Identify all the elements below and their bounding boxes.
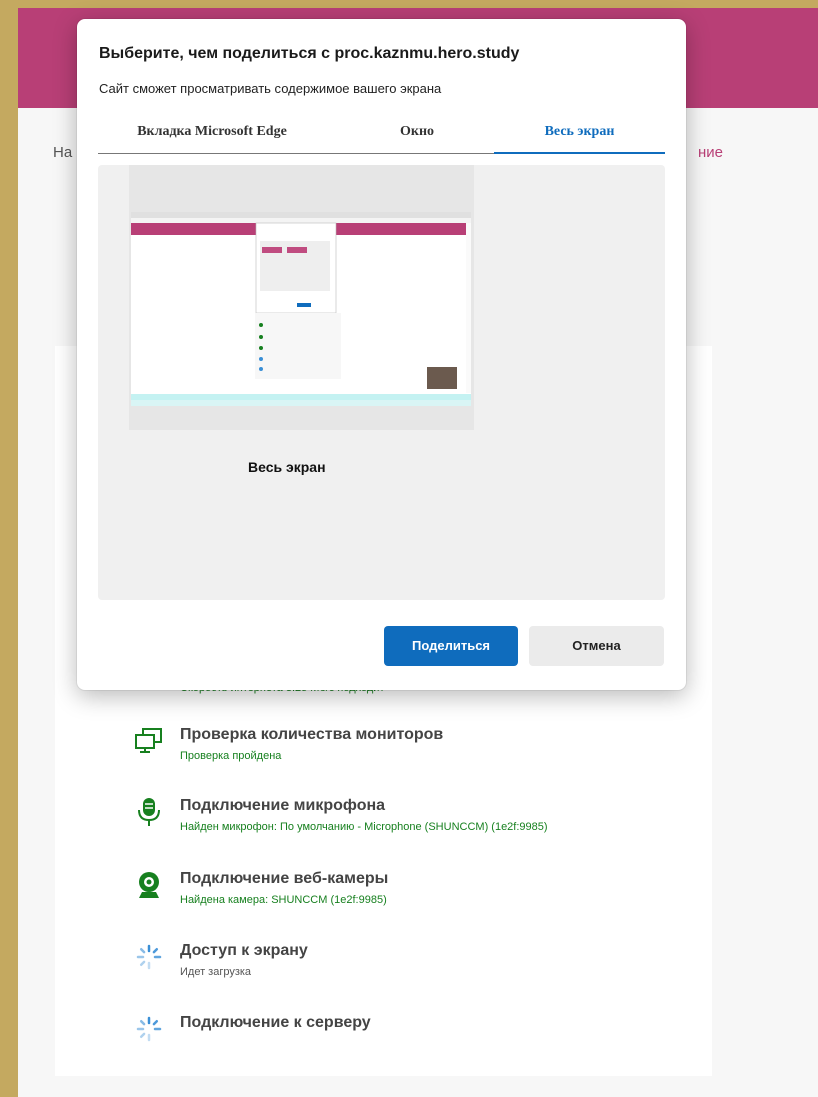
check-screen-access: Доступ к экрану Идет загрузка — [134, 942, 694, 992]
screen-preview-area: Весь экран — [98, 165, 665, 600]
check-status: Найдена камера: SHUNCCM (1e2f:9985) — [180, 894, 387, 906]
screen-option-label: Весь экран — [248, 459, 326, 475]
check-status: Найден микрофон: По умолчанию - Micropho… — [180, 821, 548, 833]
webcam-icon — [139, 872, 159, 898]
check-webcam: Подключение веб-камеры Найдена камера: S… — [134, 870, 694, 920]
check-status: Проверка пройдена — [180, 750, 282, 762]
check-microphone: Подключение микрофона Найден микрофон: П… — [134, 797, 694, 847]
check-status: Идет загрузка — [180, 966, 252, 978]
screen-thumbnail-image — [131, 212, 471, 406]
tab-entire-screen[interactable]: Весь экран — [494, 115, 665, 154]
cancel-button[interactable]: Отмена — [529, 626, 664, 666]
dialog-subtitle: Сайт сможет просматривать содержимое ваш… — [99, 81, 442, 96]
check-title: Доступ к экрану — [180, 942, 308, 959]
dialog-title: Выберите, чем поделиться с proc.kaznmu.h… — [99, 45, 520, 62]
check-title: Подключение микрофона — [180, 797, 386, 814]
loading-spinner-icon — [136, 1016, 162, 1042]
tab-window[interactable]: Окно — [342, 115, 492, 153]
check-title: Подключение к серверу — [180, 1014, 371, 1031]
nav-link-right[interactable]: ние — [698, 144, 723, 161]
check-server-connection: Подключение к серверу — [134, 1014, 694, 1064]
share-button[interactable]: Поделиться — [384, 626, 518, 666]
share-screen-dialog: Выберите, чем поделиться с proc.kaznmu.h… — [77, 19, 686, 690]
tab-edge-tab[interactable]: Вкладка Microsoft Edge — [98, 115, 326, 153]
check-monitors: Проверка количества мониторов Проверка п… — [134, 726, 694, 776]
screen-thumbnail[interactable] — [129, 165, 474, 430]
loading-spinner-icon — [136, 944, 162, 970]
check-title: Подключение веб-камеры — [180, 870, 389, 887]
check-title: Проверка количества мониторов — [180, 726, 444, 743]
monitors-icon — [135, 728, 162, 753]
nav-link-left[interactable]: На — [53, 144, 72, 161]
microphone-icon — [138, 798, 160, 826]
share-source-tabs: Вкладка Microsoft Edge Окно Весь экран — [98, 115, 665, 154]
